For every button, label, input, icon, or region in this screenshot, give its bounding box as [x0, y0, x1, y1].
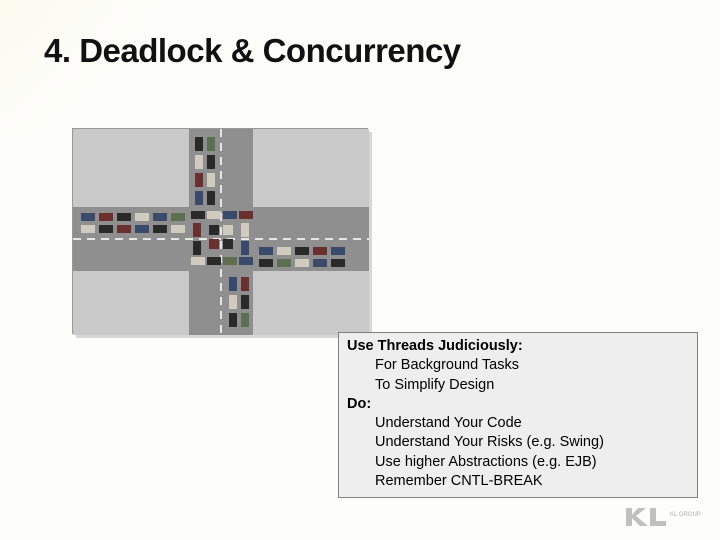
logo-text: KL GROUP: [670, 512, 701, 518]
slide-title: 4. Deadlock & Concurrency: [44, 32, 676, 70]
line-background-tasks: For Background Tasks: [347, 356, 689, 375]
heading-do: Do:: [347, 396, 371, 412]
line-cntl-break: Remember CNTL-BREAK: [347, 472, 689, 491]
line-understand-code: Understand Your Code: [347, 414, 689, 433]
line-understand-risks: Understand Your Risks (e.g. Swing): [347, 433, 689, 452]
deadlock-intersection-figure: [72, 128, 368, 334]
line-higher-abstractions: Use higher Abstractions (e.g. EJB): [347, 453, 689, 472]
kl-group-logo: KL GROUP: [622, 504, 702, 530]
slide: 4. Deadlock & Concurrency: [0, 0, 720, 540]
heading-use-threads: Use Threads Judiciously:: [347, 338, 523, 354]
advice-textbox: Use Threads Judiciously: For Background …: [338, 332, 698, 498]
traffic-gridlock-image: [73, 129, 369, 335]
line-simplify-design: To Simplify Design: [347, 376, 689, 395]
